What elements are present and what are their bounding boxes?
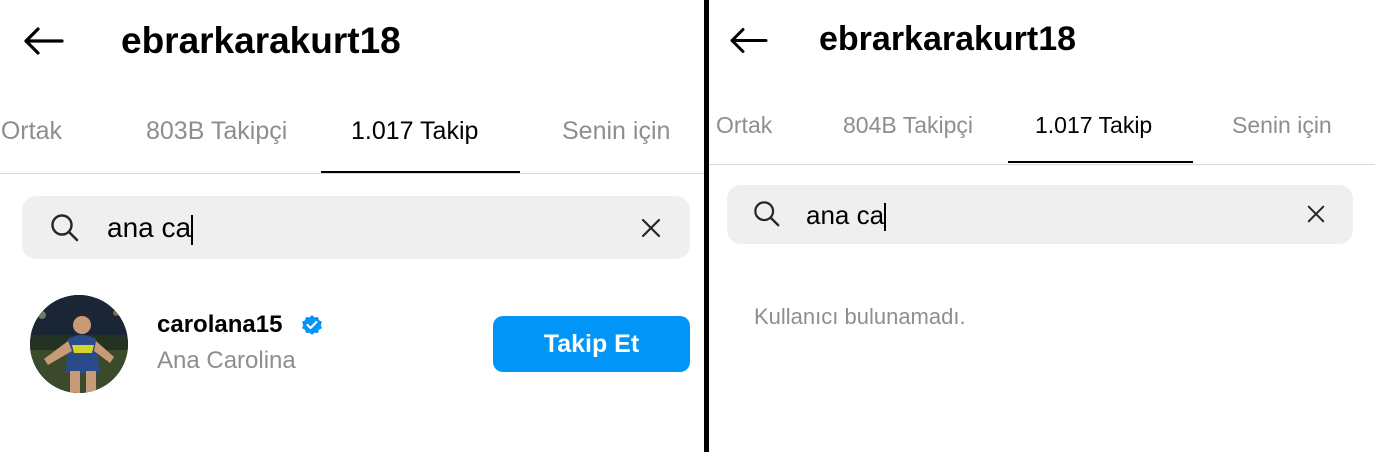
tab-suggested[interactable]: Senin için [562,117,670,146]
verified-badge-icon [302,315,322,335]
result-full-name: Ana Carolina [157,347,296,374]
follow-button[interactable]: Takip Et [493,316,690,372]
search-input[interactable]: ana ca [806,200,887,232]
text-cursor [191,214,194,245]
back-button[interactable] [728,27,768,54]
follow-tabs: 0 Ortak 803B Takipçi 1.017 Takip Senin i… [0,117,704,177]
tab-mutual[interactable]: 0 Ortak [0,117,62,146]
tabs-divider [709,164,1375,165]
profile-username-title: ebrarkarakurt18 [819,20,1077,58]
screenshot-left: ebrarkarakurt18 0 Ortak 803B Takipçi 1.0… [0,0,704,452]
list-item[interactable]: carolana15 Ana Carolina Takip Et [0,290,704,400]
search-input[interactable]: ana ca [107,212,194,245]
profile-username-title: ebrarkarakurt18 [121,20,401,61]
clear-icon[interactable] [640,217,662,239]
avatar-photo [30,295,128,393]
search-bar[interactable]: ana ca [727,185,1353,244]
search-input-value: ana ca [806,200,885,230]
active-tab-indicator [1008,161,1193,163]
tab-suggested[interactable]: Senin için [1232,112,1332,139]
avatar[interactable] [30,295,128,393]
back-arrow-icon [24,27,64,55]
result-username[interactable]: carolana15 [157,311,282,339]
tabs-divider [0,173,704,174]
tab-mutual[interactable]: Ortak [716,112,772,139]
tab-following[interactable]: 1.017 Takip [1035,112,1152,139]
back-button[interactable] [22,26,64,56]
search-icon [754,201,780,227]
no-results-message: Kullanıcı bulunamadı. [754,304,966,329]
tab-followers[interactable]: 803B Takipçi [146,117,287,146]
tab-followers[interactable]: 804B Takipçi [843,112,973,139]
back-arrow-icon [730,28,768,53]
screenshot-right: ebrarkarakurt18 Ortak 804B Takipçi 1.017… [709,0,1375,452]
search-input-value: ana ca [107,212,192,243]
search-icon [51,214,79,242]
search-bar[interactable]: ana ca [22,196,690,259]
clear-icon[interactable] [1306,204,1326,224]
follow-tabs: Ortak 804B Takipçi 1.017 Takip Senin içi… [709,112,1375,167]
tab-following[interactable]: 1.017 Takip [351,117,478,146]
text-cursor [884,203,887,232]
